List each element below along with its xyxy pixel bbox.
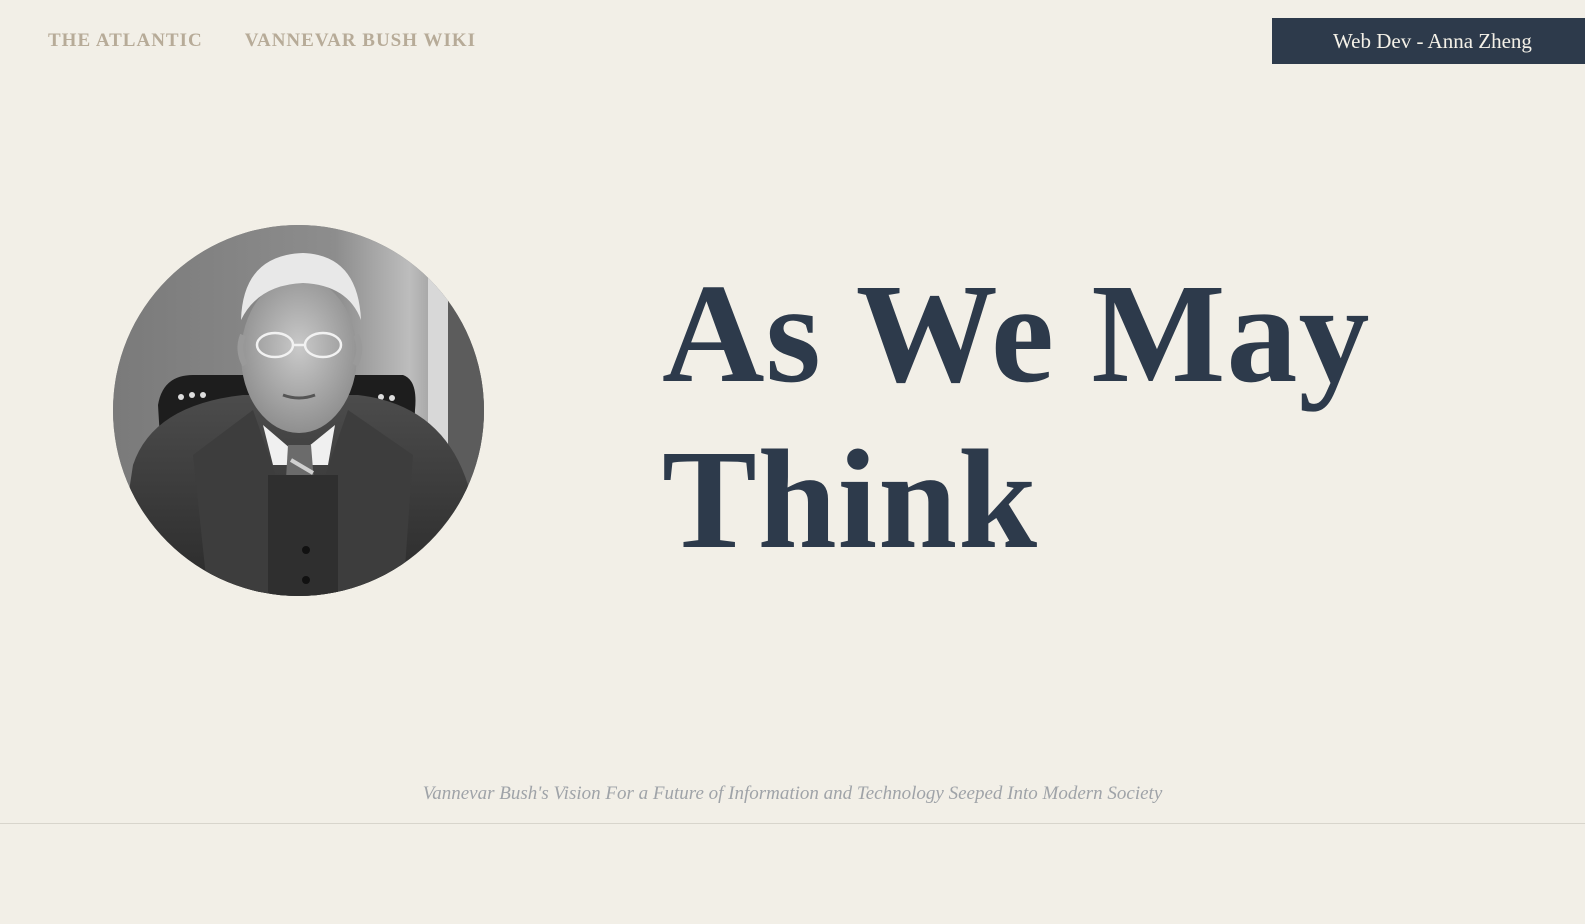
page-title: As We May Think [662,250,1370,582]
title-line-1: As We May [662,254,1371,412]
nav-link-the-atlantic[interactable]: THE ATLANTIC [48,30,203,52]
page-subtitle: Vannevar Bush's Vision For a Future of I… [422,783,1163,804]
top-navigation: THE ATLANTIC VANNEVAR BUSH WIKI [48,30,476,52]
author-tab[interactable]: Web Dev - Anna Zheng [1272,18,1585,64]
vannevar-bush-portrait [113,225,484,596]
nav-link-vannevar-bush-wiki[interactable]: VANNEVAR BUSH WIKI [245,30,476,52]
section-divider [0,823,1585,824]
title-line-2: Think [662,420,1039,578]
